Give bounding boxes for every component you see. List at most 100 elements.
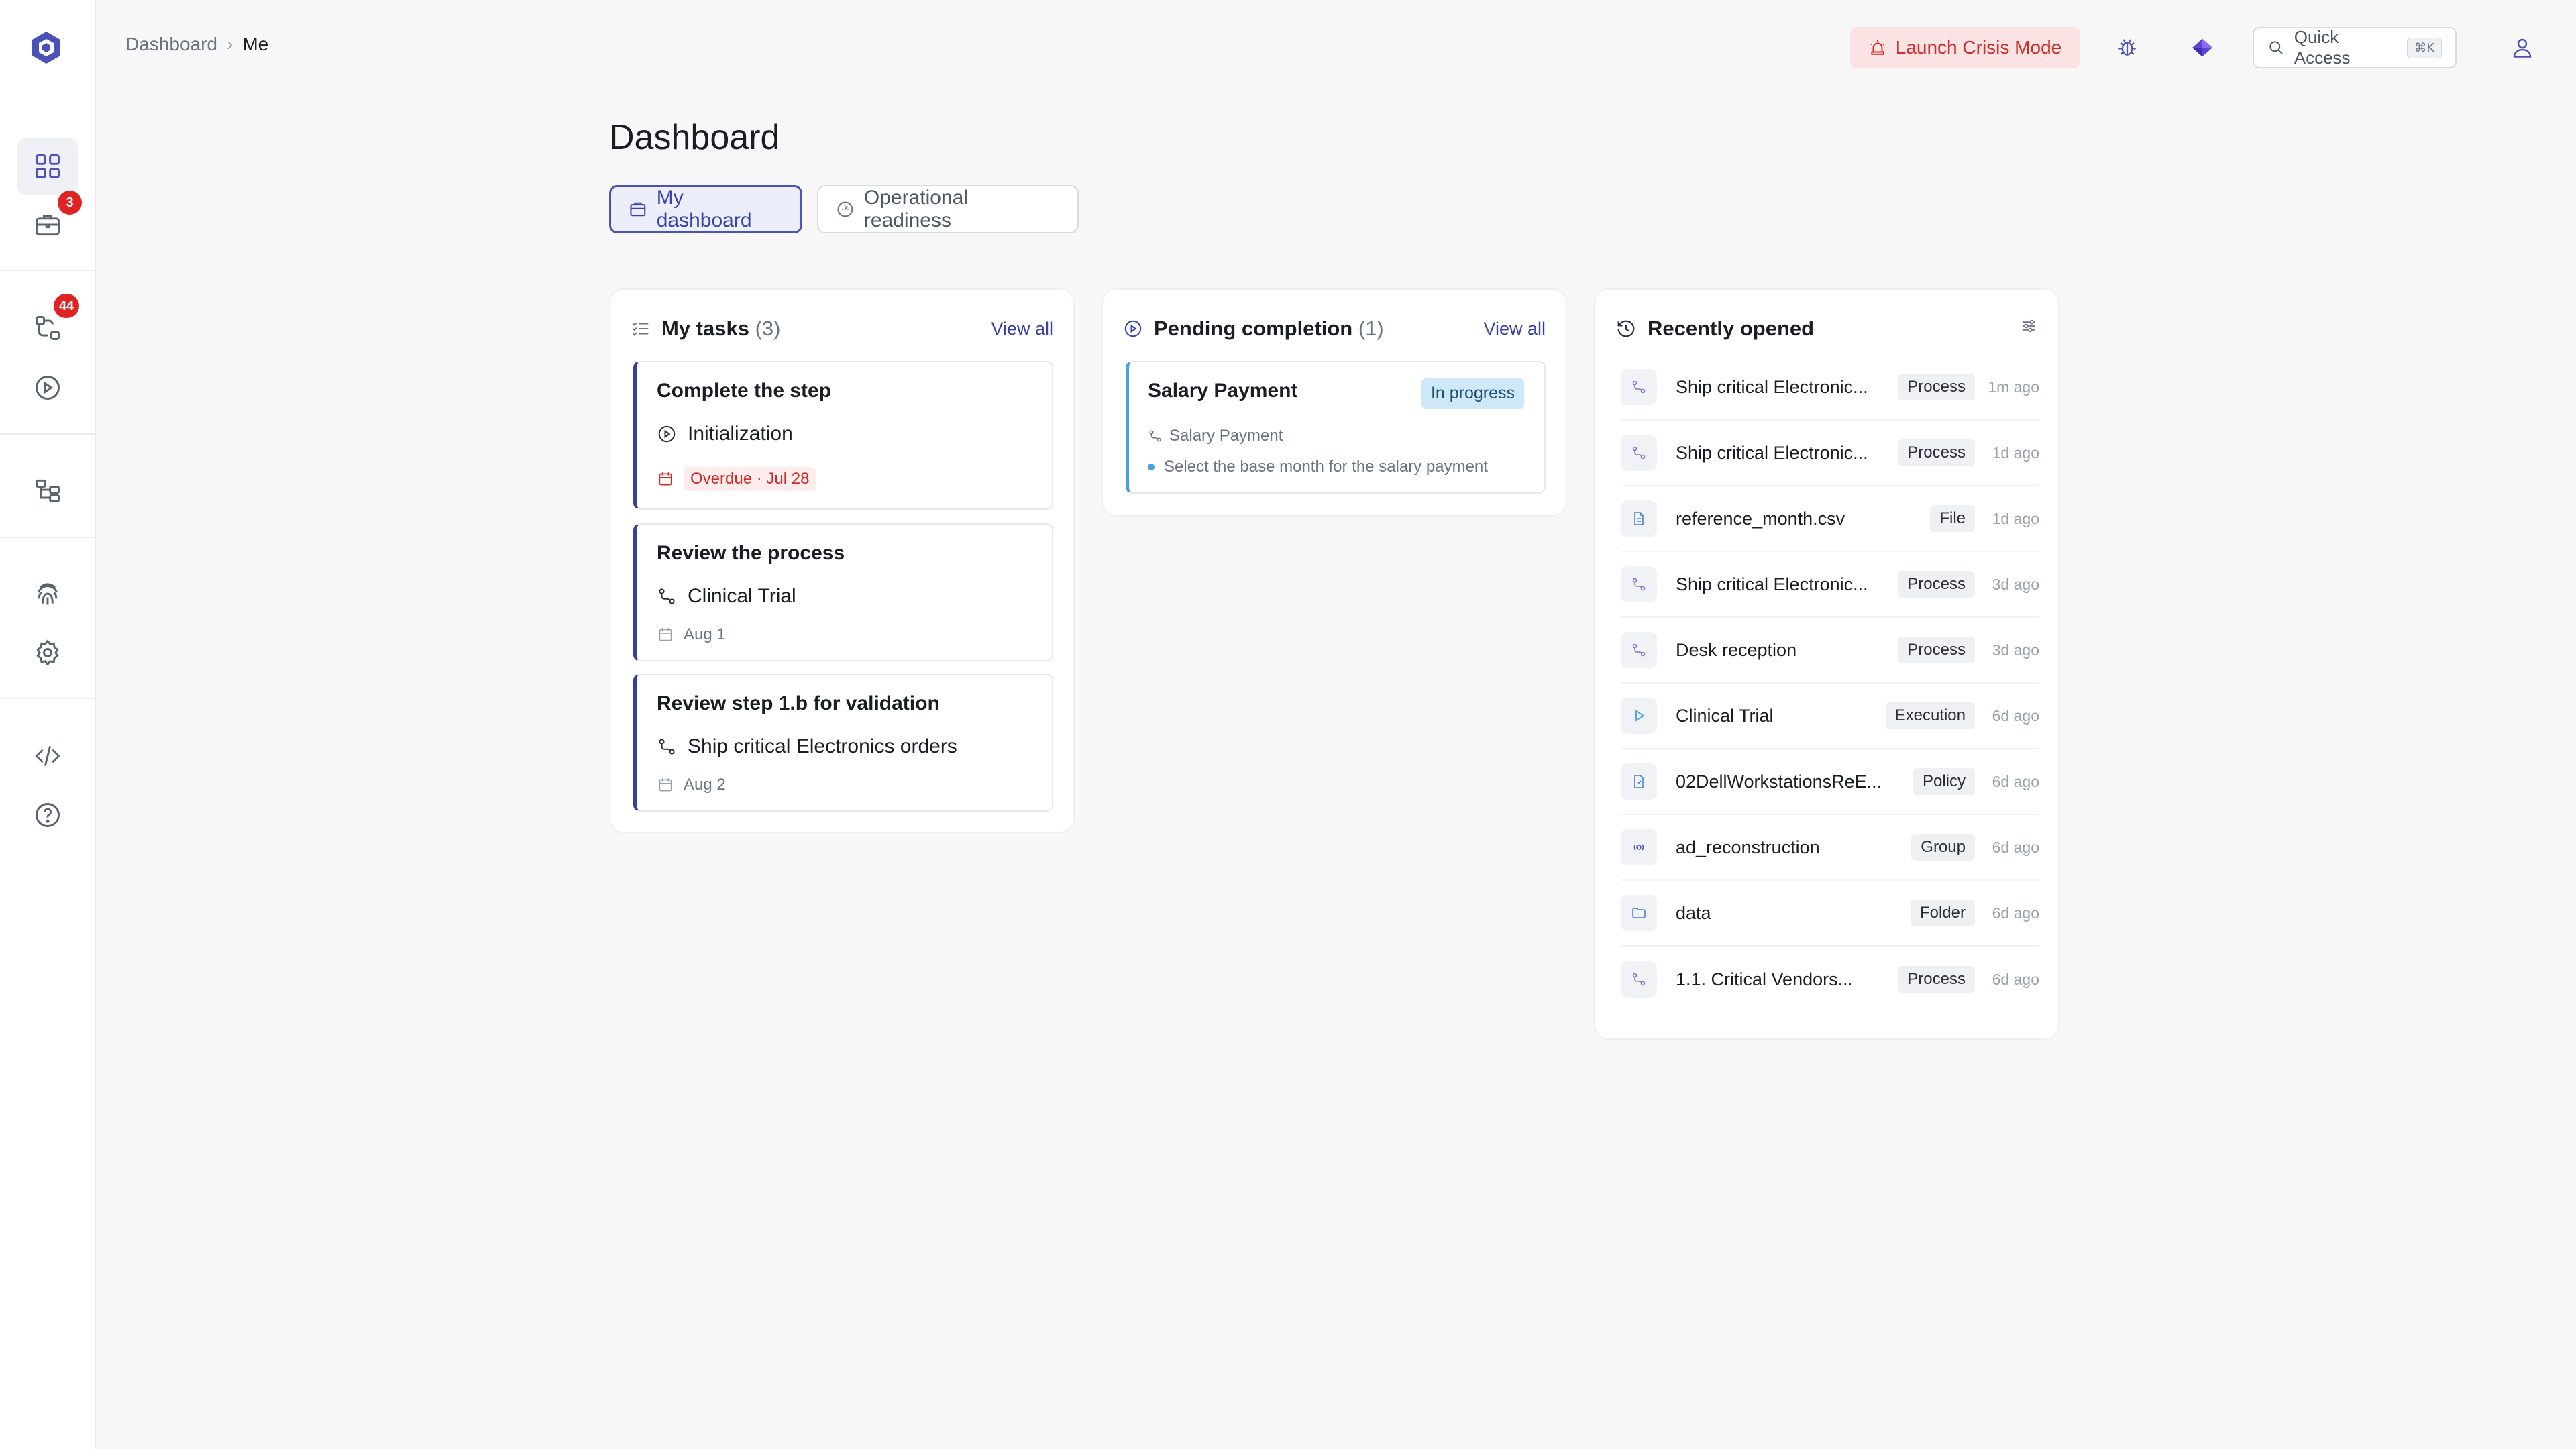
- process-icon: [1621, 435, 1657, 471]
- sidebar-item-dashboard[interactable]: [17, 138, 78, 195]
- due-date-label: Aug 1: [684, 625, 726, 643]
- task-reference[interactable]: Clinical Trial: [657, 585, 796, 608]
- recent-item-time: 6d ago: [1992, 904, 2039, 922]
- bug-icon: [2118, 39, 2136, 56]
- tab-label: Operational readiness: [863, 186, 968, 231]
- pending-item-title: Salary Payment: [1148, 380, 1298, 402]
- pending-view-all-link[interactable]: View all: [1483, 319, 1546, 339]
- sidebar-item-executions[interactable]: [17, 359, 78, 417]
- recent-item-type-badge: Group: [1911, 834, 1975, 861]
- process-icon: [659, 588, 675, 604]
- recent-item-type-badge: Process: [1898, 374, 1975, 400]
- pending-item-card[interactable]: Salary Payment In progress Salary Paymen…: [1126, 361, 1546, 494]
- task-card[interactable]: Review the process Clinical Trial Aug 1: [633, 523, 1053, 661]
- tab-operational-readiness[interactable]: Operational readiness: [817, 185, 1079, 233]
- status-badge: In progress: [1421, 378, 1524, 409]
- process-icon: [1621, 369, 1657, 405]
- recent-item-type-badge: Process: [1898, 966, 1975, 993]
- fingerprint-icon: [37, 583, 58, 605]
- launch-crisis-mode-button[interactable]: Launch Crisis Mode: [1850, 27, 2080, 68]
- recent-item-name: reference_month.csv: [1676, 508, 1845, 529]
- pending-item-step-label: Select the base month for the salary pay…: [1164, 458, 1488, 476]
- calendar-icon: [659, 628, 672, 641]
- bug-report-button[interactable]: [2109, 30, 2145, 66]
- my-tasks-title: My tasks: [661, 317, 749, 340]
- recent-item[interactable]: 02DellWorkstationsReE... Policy 6d ago: [1621, 749, 2039, 815]
- recent-item[interactable]: Ship critical Electronic... Process 1d ago: [1621, 421, 2039, 486]
- task-title: Complete the step: [657, 380, 832, 402]
- quick-access-search[interactable]: Quick Access ⌘K: [2253, 27, 2457, 68]
- breadcrumb-root[interactable]: Dashboard: [125, 34, 217, 55]
- recent-item-type-badge: Folder: [1910, 900, 1975, 926]
- recent-item[interactable]: Clinical Trial Execution 6d ago: [1621, 684, 2039, 749]
- group-icon: [1621, 829, 1657, 865]
- recent-item-type-badge: Policy: [1913, 768, 1975, 795]
- recent-item[interactable]: ad_reconstruction Group 6d ago: [1621, 815, 2039, 881]
- recent-item-name: Clinical Trial: [1676, 705, 1774, 726]
- sidebar-item-identity[interactable]: [17, 565, 78, 623]
- task-reference[interactable]: Initialization: [657, 423, 793, 445]
- task-card[interactable]: Review step 1.b for validation Ship crit…: [633, 674, 1053, 812]
- task-due-date: Aug 2: [657, 775, 726, 794]
- ai-assistant-button[interactable]: [2184, 30, 2220, 66]
- task-reference[interactable]: Ship critical Electronics orders: [657, 735, 957, 758]
- cases-badge: 3: [58, 191, 82, 215]
- recent-item-time: 6d ago: [1992, 838, 2039, 856]
- sidebar-item-structure[interactable]: [17, 462, 78, 519]
- briefcase-icon: [36, 215, 60, 236]
- recent-item-time: 1m ago: [1988, 378, 2039, 396]
- task-reference-label: Ship critical Electronics orders: [688, 735, 957, 757]
- recent-item-time: 1d ago: [1992, 509, 2039, 527]
- chevron-right-icon: ›: [226, 34, 233, 54]
- recent-item[interactable]: reference_month.csv File 1d ago: [1621, 486, 2039, 552]
- pending-header: Pending completion (1) View all: [1123, 317, 1546, 341]
- breadcrumb-current: Me: [242, 34, 269, 54]
- recent-item[interactable]: Ship critical Electronic... Process 3d ago: [1621, 552, 2039, 618]
- recent-item[interactable]: Ship critical Electronic... Process 1m ago: [1621, 355, 2039, 421]
- page-title: Dashboard: [609, 118, 780, 157]
- sidebar-item-processes[interactable]: 44: [17, 294, 80, 357]
- recent-item-type-badge: Process: [1898, 439, 1975, 466]
- recent-item[interactable]: 1.1. Critical Vendors... Process 6d ago: [1621, 947, 2039, 1012]
- gauge-icon: [837, 201, 853, 217]
- recent-item-time: 1d ago: [1992, 443, 2039, 462]
- recent-item[interactable]: Desk reception Process 3d ago: [1621, 618, 2039, 684]
- recent-item-type-badge: Execution: [1885, 702, 1975, 729]
- quick-access-label: Quick Access: [2294, 27, 2351, 68]
- process-icon: [1621, 632, 1657, 668]
- filter-settings-button[interactable]: [2019, 317, 2038, 341]
- hierarchy-icon: [36, 479, 60, 502]
- play-icon: [1621, 698, 1657, 734]
- task-title: Review step 1.b for validation: [657, 692, 940, 714]
- play-circle-icon: [658, 425, 676, 443]
- tab-label: My dashboard: [656, 186, 752, 231]
- crisis-label: Launch Crisis Mode: [1895, 37, 2062, 58]
- policy-icon: [1621, 763, 1657, 800]
- app-logo-icon[interactable]: [28, 30, 64, 66]
- sidebar-item-cases[interactable]: 3: [17, 191, 82, 254]
- user-profile-button[interactable]: [2504, 30, 2540, 66]
- recent-item-name: data: [1676, 902, 1711, 923]
- my-tasks-view-all-link[interactable]: View all: [991, 319, 1053, 339]
- recent-item-name: Ship critical Electronic...: [1676, 376, 1868, 397]
- history-icon: [1617, 320, 1635, 337]
- process-icon: [36, 316, 60, 340]
- process-icon: [1149, 430, 1161, 442]
- recent-item-name: Ship critical Electronic...: [1676, 442, 1868, 463]
- task-card[interactable]: Complete the step Initialization Overdue…: [633, 361, 1053, 510]
- sidebar-item-developer[interactable]: [17, 727, 78, 785]
- task-reference-label: Initialization: [688, 423, 793, 445]
- pending-completion-card: Pending completion (1) View all Salary P…: [1102, 288, 1567, 517]
- pending-item-reference[interactable]: Salary Payment: [1148, 427, 1283, 445]
- play-circle-icon: [36, 376, 60, 400]
- recent-item-time: 6d ago: [1992, 706, 2039, 724]
- recent-item[interactable]: data Folder 6d ago: [1621, 881, 2039, 947]
- recent-item-name: 02DellWorkstationsReE...: [1676, 771, 1882, 792]
- recent-item-name: Ship critical Electronic...: [1676, 574, 1868, 594]
- sidebar-divider: [0, 537, 95, 538]
- sidebar-item-settings[interactable]: [17, 624, 78, 682]
- code-icon: [35, 745, 60, 767]
- recent-item-time: 6d ago: [1992, 772, 2039, 790]
- tab-my-dashboard[interactable]: My dashboard: [609, 185, 802, 233]
- sidebar-item-help[interactable]: [17, 786, 78, 844]
